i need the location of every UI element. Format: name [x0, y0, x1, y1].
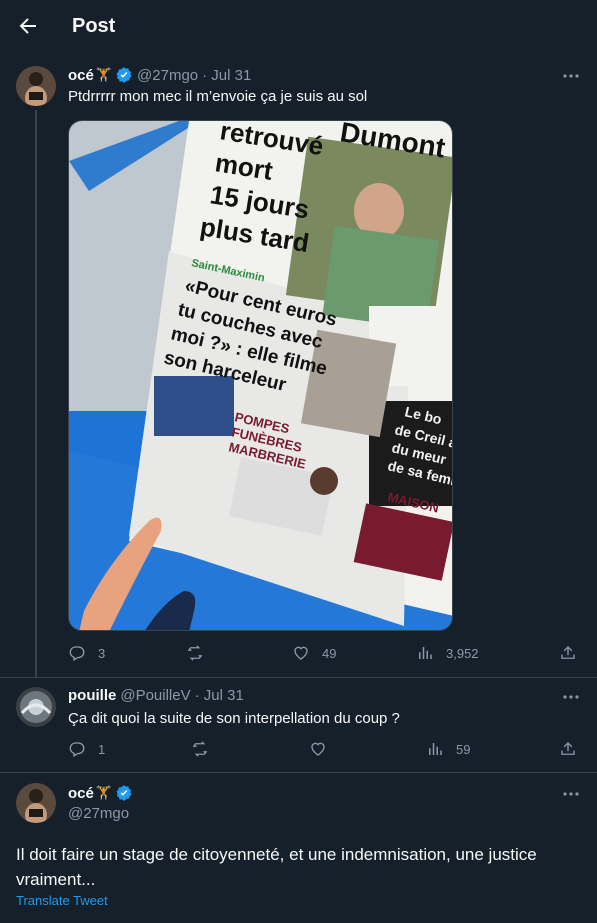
- dumbbell-emoji: 🏋: [95, 785, 113, 800]
- views-icon: [419, 647, 432, 659]
- views-count: 3,952: [446, 645, 479, 661]
- reply-icon: [69, 646, 85, 661]
- reply-button[interactable]: 1: [68, 740, 105, 758]
- reply-icon: [69, 742, 85, 757]
- retweet-icon: [192, 741, 208, 757]
- retweet-button[interactable]: [191, 740, 221, 758]
- timestamp[interactable]: · Jul 31: [202, 67, 251, 84]
- retweet-button[interactable]: [186, 644, 216, 662]
- back-arrow-icon[interactable]: [16, 14, 40, 38]
- handle[interactable]: @27mgo: [68, 805, 129, 822]
- reply-count: 3: [98, 645, 106, 661]
- timestamp[interactable]: · Jul 31: [195, 687, 244, 704]
- reply-count: 1: [98, 741, 106, 757]
- tweet-header: océ 🏋: [68, 784, 133, 802]
- display-name[interactable]: océ: [68, 67, 94, 84]
- tweet-actions: 1 59: [68, 740, 580, 762]
- newspaper-photo: retrouvé mort 15 jours plus tard Dumont …: [69, 121, 452, 630]
- tweet-actions: 3 49 3,952: [68, 644, 580, 666]
- tweet-media-image[interactable]: retrouvé mort 15 jours plus tard Dumont …: [68, 120, 453, 631]
- avatar[interactable]: [16, 687, 56, 727]
- focused-tweet-text: Il doit faire un stage de citoyenneté, e…: [16, 845, 537, 889]
- dumbbell-emoji: 🏋: [95, 67, 113, 82]
- tweet-header: pouille @PouilleV · Jul 31: [68, 687, 244, 704]
- more-icon[interactable]: [561, 66, 581, 86]
- verified-badge-icon: [115, 66, 133, 84]
- views-count: 59: [456, 741, 471, 757]
- page-title: Post: [72, 15, 116, 37]
- like-icon: [294, 646, 308, 660]
- like-button[interactable]: [309, 740, 339, 758]
- retweet-icon: [187, 645, 203, 661]
- reply-button[interactable]: 3: [68, 644, 105, 662]
- share-icon: [561, 646, 575, 659]
- thread-connector: [35, 110, 37, 678]
- more-icon[interactable]: [561, 784, 581, 804]
- like-button[interactable]: 49: [292, 644, 336, 662]
- tweet-text: Ptdrrrrr mon mec il m’envoie ça je suis …: [68, 88, 368, 105]
- views-icon: [429, 743, 442, 755]
- divider: [0, 677, 597, 678]
- views-button[interactable]: 3,952: [416, 644, 479, 662]
- top-bar: Post: [0, 0, 597, 53]
- handle[interactable]: @27mgo: [137, 67, 198, 84]
- share-button[interactable]: [559, 644, 577, 662]
- display-name[interactable]: océ: [68, 785, 94, 802]
- display-name[interactable]: pouille: [68, 687, 116, 704]
- verified-badge-icon: [115, 784, 133, 802]
- share-button[interactable]: [559, 740, 577, 758]
- translate-link[interactable]: Translate Tweet: [16, 893, 108, 908]
- share-icon: [561, 742, 575, 755]
- handle[interactable]: @PouilleV: [120, 687, 190, 704]
- divider: [0, 772, 597, 773]
- tweet-text: Ça dit quoi la suite de son interpellati…: [68, 710, 400, 727]
- tweet-header: océ 🏋 @27mgo · Jul 31: [68, 66, 251, 84]
- views-button[interactable]: 59: [426, 740, 470, 758]
- avatar[interactable]: [16, 783, 56, 823]
- avatar[interactable]: [16, 66, 56, 106]
- like-icon: [311, 742, 325, 756]
- like-count: 49: [322, 645, 337, 661]
- more-icon[interactable]: [561, 687, 581, 707]
